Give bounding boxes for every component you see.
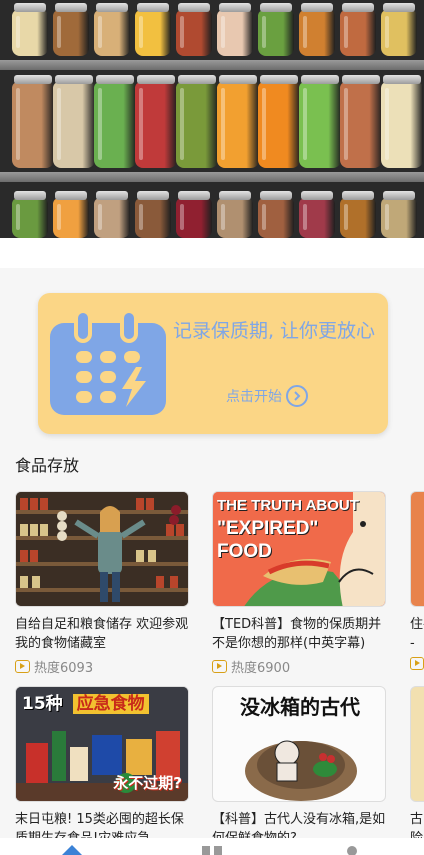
bottom-nav (0, 838, 424, 855)
jar (176, 3, 212, 56)
jar (176, 191, 212, 238)
jar (12, 191, 48, 238)
video-thumbnail (15, 491, 189, 607)
video-thumbnail (410, 491, 424, 607)
hero-image (0, 0, 424, 238)
section-title: 食品存放 (15, 456, 80, 475)
jar (53, 75, 95, 168)
jar (53, 191, 89, 238)
jar (258, 191, 294, 238)
jar (381, 191, 417, 238)
jar (340, 75, 382, 168)
shelf (0, 60, 424, 70)
jar (217, 191, 253, 238)
video-card[interactable]: 15种 应急食物 永不过期? 末日屯粮! 15类必囤的超长保质期生存食品!灾难应… (15, 686, 191, 848)
jar (94, 191, 130, 238)
video-card[interactable]: THE TRUTH ABOUT "EXPIRED" FOOD 【TED科普】食物… (212, 491, 388, 676)
shelf (0, 172, 424, 182)
jar (94, 75, 136, 168)
jar (176, 75, 218, 168)
jar (381, 75, 423, 168)
jar (340, 191, 376, 238)
thumb-caption: "EXPIRED" (217, 518, 319, 539)
jar (135, 191, 171, 238)
jar (94, 3, 130, 56)
video-title: 【TED科普】食物的保质期并不是你想的那样(中英字幕) (212, 617, 382, 651)
video-card[interactable]: 住-- (410, 491, 424, 670)
home-icon[interactable] (60, 842, 84, 855)
jar (217, 75, 259, 168)
thumb-caption: 应急食物 (72, 694, 149, 714)
heat-count: 热度6900 (231, 661, 291, 676)
profile-icon[interactable] (342, 842, 362, 855)
video-card[interactable]: 自给自足和粮食储存 欢迎参观我的食物储藏室 热度6093 (15, 491, 191, 676)
thumb-caption: 15种 (22, 694, 63, 714)
heat-count: 热度6093 (34, 661, 94, 676)
shelf-life-banner[interactable]: 记录保质期, 让你更放心 点击开始 (38, 293, 388, 434)
jar (12, 3, 48, 56)
jar (135, 3, 171, 56)
jar (340, 3, 376, 56)
play-icon (410, 657, 424, 670)
jar (217, 3, 253, 56)
jar (53, 3, 89, 56)
start-button[interactable]: 点击开始 (226, 385, 308, 407)
play-icon (212, 660, 227, 673)
heat-meta (410, 657, 424, 670)
chevron-right-circle-icon (286, 385, 308, 407)
heat-meta: 热度6093 (15, 657, 191, 676)
spacer (0, 238, 424, 268)
thumb-caption: 永不过期? (113, 774, 182, 792)
video-thumbnail: THE TRUTH ABOUT "EXPIRED" FOOD (212, 491, 386, 607)
category-icon[interactable] (200, 842, 224, 855)
start-button-label: 点击开始 (226, 389, 282, 405)
video-title: 住-- (410, 617, 424, 651)
banner-title: 记录保质期, 让你更放心 (172, 320, 376, 342)
jar (258, 75, 300, 168)
jar (135, 75, 177, 168)
video-thumbnail: 没冰箱的古代 (212, 686, 386, 802)
video-thumbnail: 15种 应急食物 永不过期? (15, 686, 189, 802)
thumb-caption: FOOD (217, 541, 272, 562)
thumb-caption: THE TRUTH ABOUT (217, 497, 359, 514)
jar (381, 3, 417, 56)
video-thumbnail (410, 686, 424, 802)
jar (12, 75, 54, 168)
video-card[interactable]: 没冰箱的古代 【科普】古代人没有冰箱,是如何保鲜食物的? (212, 686, 388, 848)
jar (299, 191, 335, 238)
play-icon (15, 660, 30, 673)
calendar-icon (50, 311, 166, 415)
jar (258, 3, 294, 56)
heat-meta: 热度6900 (212, 657, 388, 676)
jar (299, 3, 335, 56)
video-card[interactable]: 古险 (410, 686, 424, 848)
jar (299, 75, 341, 168)
video-title: 自给自足和粮食储存 欢迎参观我的食物储藏室 (15, 617, 189, 651)
